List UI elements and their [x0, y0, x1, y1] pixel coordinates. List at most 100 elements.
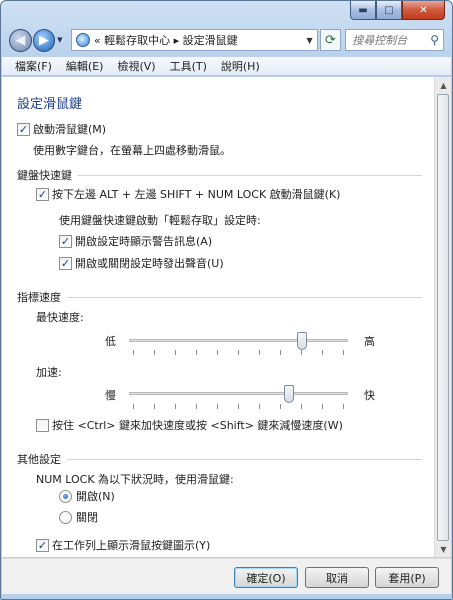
slider-tick [154, 404, 155, 409]
address-overflow[interactable]: « [94, 34, 101, 47]
shortcut-toggle-checkbox[interactable]: ✓ [36, 187, 49, 201]
menu-view[interactable]: 檢視(V) [110, 58, 162, 74]
forward-button[interactable]: ▶ [32, 28, 56, 52]
breadcrumb-current[interactable]: 設定滑鼠鍵 [183, 34, 238, 47]
slider-tick [343, 404, 344, 409]
section-divider [67, 296, 422, 298]
menu-edit[interactable]: 編輯(E) [59, 58, 111, 74]
slider-tick [301, 404, 302, 409]
acceleration-slider-thumb[interactable] [284, 385, 294, 403]
menu-help[interactable]: 說明(H) [214, 58, 267, 74]
ctrl-shift-speed-row[interactable]: 按住 <Ctrl> 鍵來加快速度或按 <Shift> 鍵來減慢速度(W) [36, 417, 343, 433]
ctrl-shift-speed-label[interactable]: 按住 <Ctrl> 鍵來加快速度或按 <Shift> 鍵來減慢速度(W) [52, 417, 343, 433]
address-path: « 輕鬆存取中心 ▸ 設定滑鼠鍵 [94, 32, 303, 48]
numlock-on-label[interactable]: 開啟(N) [76, 488, 115, 504]
keyboard-shortcut-heading: 鍵盤快速鍵 [17, 169, 72, 182]
window: ▬ □ ✕ ◀ ▶ ▼ « 輕鬆存取中心 ▸ 設定滑鼠鍵 ▼ ⟳ ⚲ 檔案(F)… [0, 0, 453, 600]
breadcrumb-separator[interactable]: ▸ [174, 34, 180, 47]
scroll-down-icon[interactable]: ▼ [435, 541, 452, 557]
acceleration-label: 加速: [36, 366, 62, 379]
numlock-description: NUM LOCK 為以下狀況時，使用滑鼠鍵: [36, 473, 234, 486]
search-input[interactable] [350, 32, 431, 48]
sound-checkbox[interactable]: ✓ [59, 256, 72, 270]
acceleration-slider-track[interactable] [129, 392, 348, 395]
page-title: 設定滑鼠鍵 [17, 97, 83, 112]
address-dropdown-icon[interactable]: ▼ [306, 36, 312, 45]
numlock-off-label[interactable]: 關閉 [76, 509, 98, 525]
ok-button[interactable]: 確定(O) [234, 567, 298, 588]
warning-message-checkbox[interactable]: ✓ [59, 234, 72, 248]
slider-tick [259, 350, 260, 355]
vertical-scrollbar[interactable]: ▲ ▼ [434, 77, 451, 557]
warning-message-label[interactable]: 開啟設定時顯示警告訊息(A) [75, 233, 212, 249]
sound-row[interactable]: ✓ 開啟或關閉設定時發出聲音(U) [59, 255, 224, 271]
control-panel-icon [75, 33, 90, 47]
shortcut-toggle-label[interactable]: 按下左邊 ALT + 左邊 SHIFT + NUM LOCK 啟動滑鼠鍵(K) [52, 186, 340, 202]
slider-tick [238, 404, 239, 409]
top-speed-slider-thumb[interactable] [297, 332, 307, 350]
pointer-speed-heading: 指標速度 [17, 291, 61, 304]
slider-tick [133, 404, 134, 409]
maximize-button[interactable]: □ [376, 1, 402, 20]
numlock-off-row[interactable]: 關閉 [59, 509, 98, 525]
top-speed-high-label: 高 [364, 335, 375, 348]
keyboard-shortcut-section: 鍵盤快速鍵 [17, 167, 422, 183]
taskbar-icon-checkbox[interactable]: ✓ [36, 538, 49, 552]
slider-tick [154, 350, 155, 355]
taskbar-icon-label[interactable]: 在工作列上顯示滑鼠按鍵圖示(Y) [52, 537, 210, 553]
slider-tick [238, 350, 239, 355]
numlock-off-radio[interactable] [59, 510, 72, 524]
top-speed-slider-track[interactable] [129, 339, 348, 342]
slider-tick [133, 350, 134, 355]
forward-arrow-icon: ▶ [38, 32, 49, 48]
slider-tick [175, 404, 176, 409]
shortcut-toggle-row[interactable]: ✓ 按下左邊 ALT + 左邊 SHIFT + NUM LOCK 啟動滑鼠鍵(K… [36, 186, 340, 202]
acceleration-fast-label: 快 [364, 389, 375, 402]
numlock-on-radio[interactable] [59, 489, 72, 503]
scroll-up-icon[interactable]: ▲ [435, 77, 452, 93]
menu-file[interactable]: 檔案(F) [8, 58, 59, 74]
top-speed-ticks [133, 350, 344, 355]
slider-tick [217, 350, 218, 355]
back-button[interactable]: ◀ [9, 28, 32, 52]
pointer-speed-section: 指標速度 [17, 289, 422, 305]
acceleration-slow-label: 慢 [105, 389, 116, 402]
taskbar-icon-row[interactable]: ✓ 在工作列上顯示滑鼠按鍵圖示(Y) [36, 537, 210, 553]
numlock-on-row[interactable]: 開啟(N) [59, 488, 115, 504]
refresh-icon: ⟳ [324, 32, 336, 48]
address-bar[interactable]: « 輕鬆存取中心 ▸ 設定滑鼠鍵 ▼ [70, 29, 318, 51]
content-area: 設定滑鼠鍵 ✓ 啟動滑鼠鍵(M) 使用數字鍵台，在螢幕上四處移動滑鼠。 鍵盤快速… [2, 77, 434, 557]
search-box[interactable]: ⚲ [345, 29, 444, 51]
slider-tick [322, 404, 323, 409]
enable-mouse-keys-checkbox[interactable]: ✓ [17, 122, 30, 136]
button-bar: 確定(O) 取消 套用(P) [2, 558, 451, 594]
enable-mouse-keys-row[interactable]: ✓ 啟動滑鼠鍵(M) [17, 121, 106, 137]
back-arrow-icon: ◀ [15, 32, 26, 48]
slider-tick [175, 350, 176, 355]
cancel-button[interactable]: 取消 [305, 567, 369, 588]
menu-tools[interactable]: 工具(T) [163, 58, 214, 74]
section-divider [78, 174, 422, 176]
enable-mouse-keys-label[interactable]: 啟動滑鼠鍵(M) [33, 121, 106, 137]
shortcut-sub-description: 使用鍵盤快速鍵啟動「輕鬆存取」設定時: [59, 214, 261, 227]
scrollbar-thumb[interactable] [437, 94, 449, 541]
close-button[interactable]: ✕ [402, 1, 445, 20]
enable-description: 使用數字鍵台，在螢幕上四處移動滑鼠。 [33, 144, 231, 157]
slider-tick [322, 350, 323, 355]
slider-tick [301, 350, 302, 355]
recent-pages-dropdown[interactable]: ▼ [57, 36, 67, 44]
slider-tick [280, 350, 281, 355]
top-speed-low-label: 低 [105, 335, 116, 348]
search-icon[interactable]: ⚲ [430, 33, 439, 47]
slider-tick [196, 404, 197, 409]
slider-tick [280, 404, 281, 409]
section-divider [67, 458, 422, 460]
caption-buttons: ▬ □ ✕ [350, 1, 445, 20]
ctrl-shift-speed-checkbox[interactable] [36, 418, 49, 432]
breadcrumb-ease-of-access[interactable]: 輕鬆存取中心 [104, 34, 170, 47]
refresh-button[interactable]: ⟳ [319, 29, 342, 51]
minimize-button[interactable]: ▬ [350, 1, 376, 20]
sound-label[interactable]: 開啟或關閉設定時發出聲音(U) [75, 255, 224, 271]
warning-message-row[interactable]: ✓ 開啟設定時顯示警告訊息(A) [59, 233, 212, 249]
apply-button[interactable]: 套用(P) [375, 567, 439, 588]
